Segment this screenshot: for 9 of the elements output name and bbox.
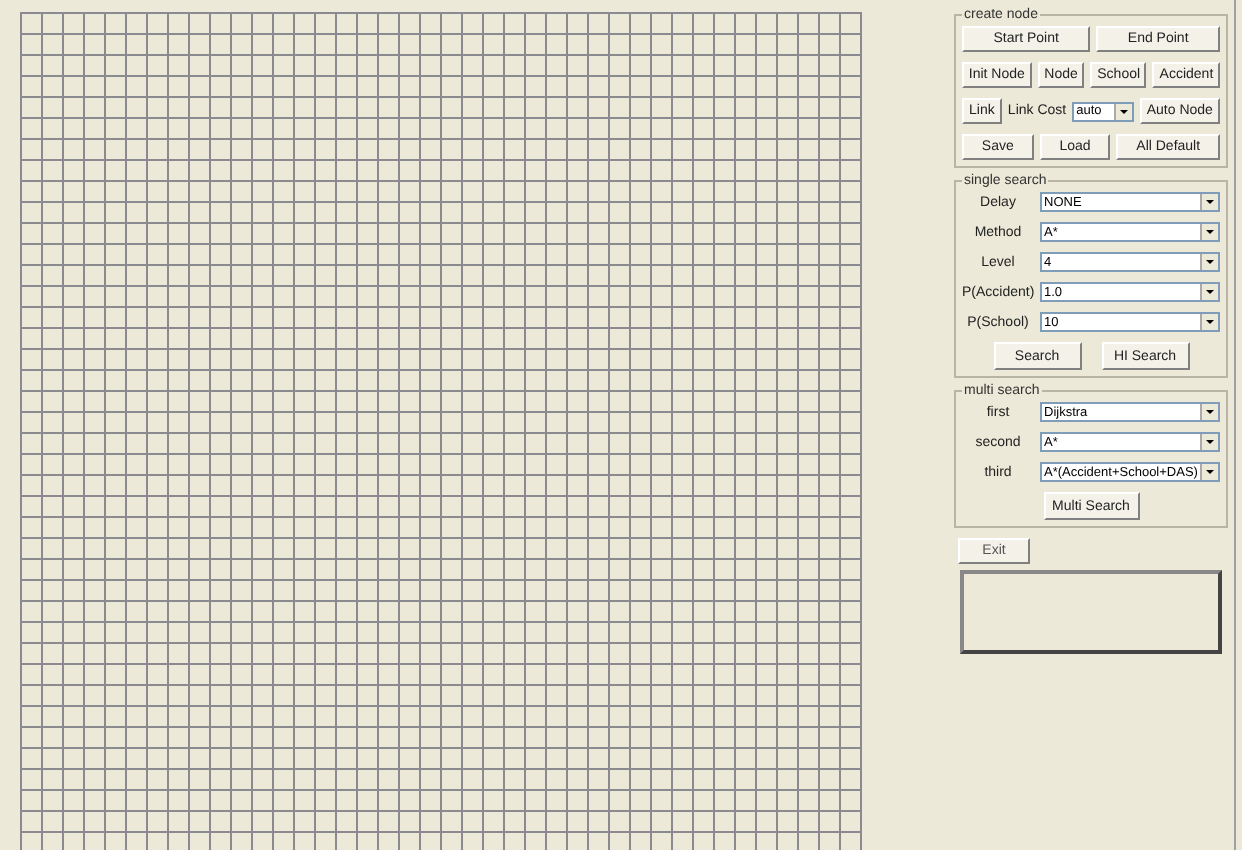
- dropdown-arrow-icon[interactable]: [1200, 224, 1218, 240]
- dropdown-arrow-icon[interactable]: [1200, 464, 1218, 480]
- dropdown-arrow-icon[interactable]: [1200, 194, 1218, 210]
- dropdown-arrow-icon[interactable]: [1200, 314, 1218, 330]
- dropdown-arrow-icon[interactable]: [1200, 284, 1218, 300]
- dropdown-arrow-icon[interactable]: [1200, 404, 1218, 420]
- dropdown-arrow-icon[interactable]: [1200, 434, 1218, 450]
- dropdown-arrow-icon[interactable]: [1113, 103, 1132, 119]
- dropdown-arrow-icon[interactable]: [1200, 254, 1218, 270]
